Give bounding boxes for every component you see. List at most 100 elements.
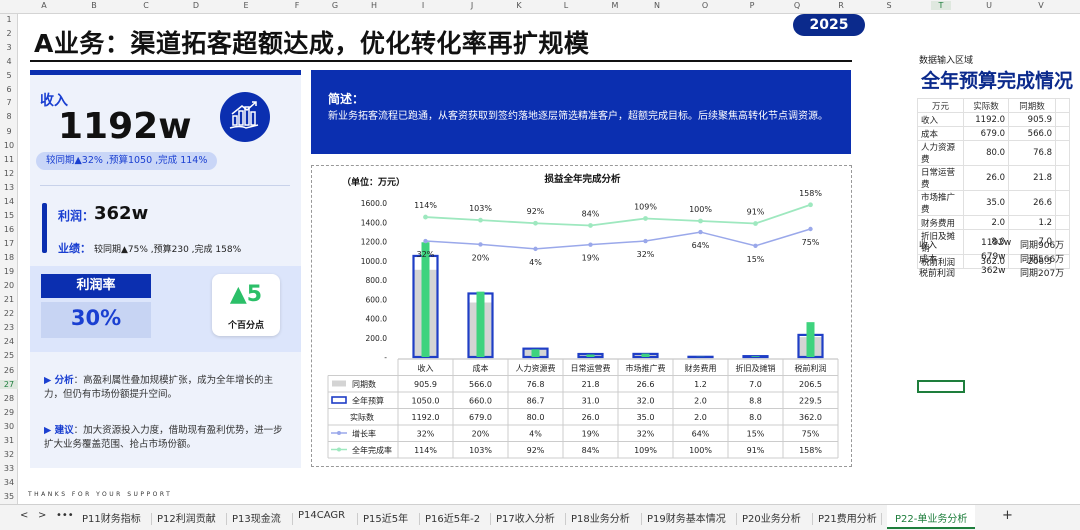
input-summary-cell[interactable]: 679w xyxy=(981,252,1006,262)
input-table-cell[interactable]: 76.8 xyxy=(1008,140,1056,166)
row-header-cell[interactable]: 32 xyxy=(0,450,18,459)
row-header-cell[interactable]: 22 xyxy=(0,309,18,318)
sheet-tab[interactable]: P20业务分析 xyxy=(742,510,801,525)
row-header-cell[interactable]: 31 xyxy=(0,436,18,445)
input-table-cell[interactable]: 市场推广费 xyxy=(917,190,964,216)
sheet-tab[interactable]: P14CAGR xyxy=(298,510,345,521)
row-header-cell[interactable]: 7 xyxy=(0,98,18,107)
column-header-cell[interactable]: A xyxy=(34,1,54,10)
input-table-header-cell[interactable]: 实际数 xyxy=(963,98,1009,113)
sheet-tab[interactable]: P12利润贡献 xyxy=(157,510,216,525)
row-header-cell[interactable]: 17 xyxy=(0,239,18,248)
column-header-cell[interactable]: Q xyxy=(787,1,807,10)
input-table-cell[interactable] xyxy=(1055,126,1070,141)
input-table-cell[interactable] xyxy=(1055,215,1070,230)
row-header-cell[interactable]: 6 xyxy=(0,85,18,94)
row-header-cell[interactable]: 30 xyxy=(0,422,18,431)
column-header-cell[interactable]: J xyxy=(462,1,482,10)
row-header-cell[interactable]: 28 xyxy=(0,394,18,403)
column-header-cell[interactable]: O xyxy=(695,1,715,10)
input-table-cell[interactable]: 成本 xyxy=(917,126,964,141)
input-table-header-cell[interactable]: 万元 xyxy=(917,98,964,113)
row-header-cell[interactable]: 27 xyxy=(0,380,18,389)
column-header-cell[interactable]: C xyxy=(136,1,156,10)
input-table-cell[interactable]: 财务费用 xyxy=(917,215,964,230)
input-table-cell[interactable] xyxy=(1055,112,1070,127)
input-table-cell[interactable]: 35.0 xyxy=(963,190,1009,216)
row-header-cell[interactable]: 18 xyxy=(0,253,18,262)
row-header-cell[interactable]: 15 xyxy=(0,211,18,220)
row-header-cell[interactable]: 21 xyxy=(0,295,18,304)
row-header-cell[interactable]: 12 xyxy=(0,169,18,178)
column-header-cell[interactable]: R xyxy=(831,1,851,10)
column-header-cell[interactable]: B xyxy=(84,1,104,10)
input-table-cell[interactable]: 905.9 xyxy=(1008,112,1056,127)
row-header-cell[interactable]: 3 xyxy=(0,43,18,52)
column-header-cell[interactable]: N xyxy=(647,1,667,10)
input-table-cell[interactable]: 1192.0 xyxy=(963,112,1009,127)
column-header-cell[interactable]: H xyxy=(364,1,384,10)
add-sheet-button[interactable]: + xyxy=(1002,508,1013,523)
row-header-cell[interactable]: 10 xyxy=(0,141,18,150)
row-header-cell[interactable]: 13 xyxy=(0,183,18,192)
row-header-cell[interactable]: 11 xyxy=(0,155,18,164)
column-header-cell[interactable]: G xyxy=(325,1,345,10)
row-header-cell[interactable]: 34 xyxy=(0,478,18,487)
pnl-chart[interactable]: 1600.0 1400.0 1200.0 1000.0 800.0 600.0 400.0 2… xyxy=(311,165,852,467)
row-header-cell[interactable]: 33 xyxy=(0,464,18,473)
row-header[interactable]: 1 2 3 4 5 6 7 8 9 10 11 12 13 14 15 16 17 18 19 20 21 22 23 24 2… xyxy=(0,14,18,504)
sheet-tab[interactable]: P17收入分析 xyxy=(496,510,555,525)
input-summary-cell[interactable]: 1192w xyxy=(981,238,1011,248)
input-summary-cell[interactable]: 同期906万 xyxy=(1020,238,1064,251)
input-table-cell[interactable]: 2.0 xyxy=(963,215,1009,230)
tab-more[interactable]: ••• xyxy=(56,510,74,521)
row-header-cell[interactable]: 19 xyxy=(0,267,18,276)
input-summary-cell[interactable]: 成本 xyxy=(919,252,937,265)
input-table-header-cell[interactable] xyxy=(1055,98,1070,113)
input-table-cell[interactable]: 26.6 xyxy=(1008,190,1056,216)
selected-cell[interactable] xyxy=(917,380,965,393)
row-header-cell[interactable]: 35 xyxy=(0,492,18,501)
input-table-cell[interactable]: 21.8 xyxy=(1008,165,1056,191)
input-table-header-cell[interactable]: 同期数 xyxy=(1008,98,1056,113)
input-table-cell[interactable]: 日常运营费 xyxy=(917,165,964,191)
column-header-cell[interactable]: F xyxy=(287,1,307,10)
tab-nav-next[interactable]: > xyxy=(38,510,46,521)
row-header-cell[interactable]: 9 xyxy=(0,127,18,136)
column-header-cell[interactable]: V xyxy=(1031,1,1051,10)
input-summary-cell[interactable]: 同期207万 xyxy=(1020,266,1064,279)
row-header-cell[interactable]: 14 xyxy=(0,197,18,206)
input-table-cell[interactable] xyxy=(1055,190,1070,216)
input-table-cell[interactable]: 26.0 xyxy=(963,165,1009,191)
row-header-cell[interactable]: 4 xyxy=(0,57,18,66)
input-summary-cell[interactable]: 收入 xyxy=(919,238,937,251)
input-summary-cell[interactable]: 362w xyxy=(981,266,1006,276)
row-header-cell[interactable]: 25 xyxy=(0,351,18,360)
input-summary-cell[interactable]: 税前利润 xyxy=(919,266,955,279)
row-header-cell[interactable]: 1 xyxy=(0,15,18,24)
column-header-cell[interactable]: T xyxy=(931,1,951,10)
sheet-tab[interactable]: P18业务分析 xyxy=(571,510,630,525)
row-header-cell[interactable]: 16 xyxy=(0,225,18,234)
input-table-cell[interactable]: 收入 xyxy=(917,112,964,127)
column-header-cell[interactable]: E xyxy=(236,1,256,10)
sheet-tab[interactable]: P22-单业务分析 xyxy=(887,505,976,529)
input-table-cell[interactable] xyxy=(1055,140,1070,166)
row-header-cell[interactable]: 29 xyxy=(0,408,18,417)
input-table-cell[interactable]: 80.0 xyxy=(963,140,1009,166)
column-header-cell[interactable]: U xyxy=(979,1,999,10)
row-header-cell[interactable]: 23 xyxy=(0,323,18,332)
input-summary-cell[interactable]: 同期566万 xyxy=(1020,252,1064,265)
sheet-tab[interactable]: P16近5年-2 xyxy=(425,510,480,525)
row-header-cell[interactable]: 24 xyxy=(0,337,18,346)
row-header-cell[interactable]: 20 xyxy=(0,281,18,290)
input-table-cell[interactable]: 679.0 xyxy=(963,126,1009,141)
row-header-cell[interactable]: 8 xyxy=(0,112,18,121)
sheet-tab[interactable]: P11财务指标 xyxy=(82,510,141,525)
row-header-cell[interactable]: 5 xyxy=(0,71,18,80)
column-header-cell[interactable]: I xyxy=(413,1,433,10)
sheet-tab[interactable]: P21费用分析 xyxy=(818,510,877,525)
tab-nav-prev[interactable]: < xyxy=(20,510,28,521)
column-header-cell[interactable]: M xyxy=(605,1,625,10)
row-header-cell[interactable]: 2 xyxy=(0,29,18,38)
